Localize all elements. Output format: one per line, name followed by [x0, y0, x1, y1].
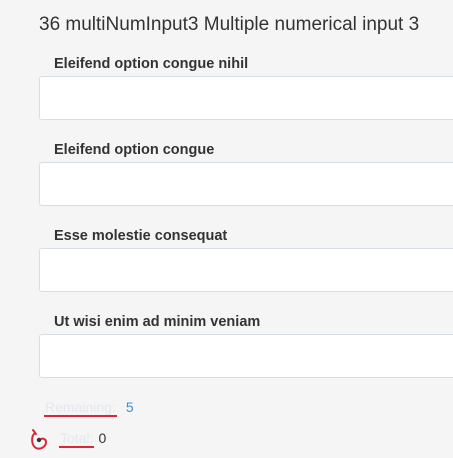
total-row: Total: 0	[44, 430, 106, 448]
numeric-input-1[interactable]	[39, 76, 453, 120]
total-value: 0	[98, 430, 107, 446]
field-4: Ut wisi enim ad minim veniam	[39, 312, 453, 378]
pointer-cursor-icon	[31, 429, 48, 450]
numeric-input-4[interactable]	[39, 334, 453, 378]
remaining-row: Remaining: 5	[44, 399, 134, 417]
numeric-input-2[interactable]	[39, 162, 453, 206]
field-label: Eleifend option congue	[54, 142, 215, 158]
total-label: Total:	[59, 430, 95, 448]
field-2: Eleifend option congue	[39, 140, 453, 206]
field-3: Esse molestie consequat	[39, 226, 453, 292]
remaining-value: 5	[125, 399, 134, 415]
remaining-label: Remaining:	[44, 399, 117, 417]
question-title: 36 multiNumInput3 Multiple numerical inp…	[39, 14, 420, 35]
field-label: Ut wisi enim ad minim veniam	[54, 314, 261, 330]
field-label: Esse molestie consequat	[54, 228, 228, 244]
field-label: Eleifend option congue nihil	[54, 56, 249, 72]
field-1: Eleifend option congue nihil	[39, 54, 453, 120]
numeric-input-3[interactable]	[39, 248, 453, 292]
